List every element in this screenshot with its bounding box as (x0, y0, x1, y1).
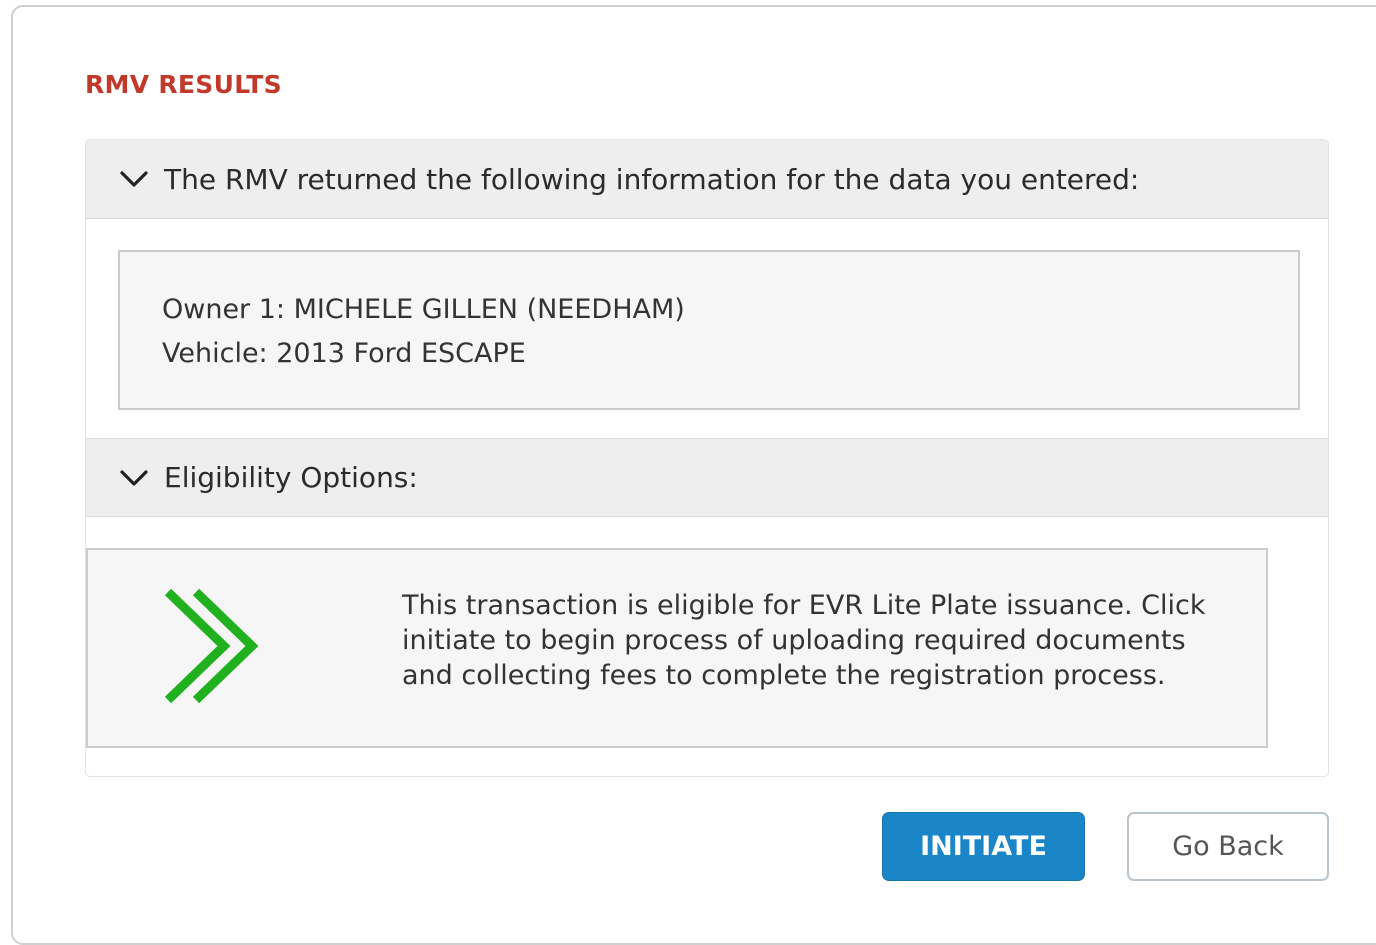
accordion-header-eligibility[interactable]: Eligibility Options: (86, 438, 1328, 517)
vehicle-line: Vehicle: 2013 Ford ESCAPE (162, 338, 526, 369)
chevron-down-icon (120, 469, 148, 486)
eligibility-box: This transaction is eligible for EVR Lit… (86, 548, 1268, 748)
accordion-title-rmv-returned: The RMV returned the following informati… (164, 162, 1140, 196)
initiate-button[interactable]: INITIATE (882, 812, 1085, 881)
results-panel: The RMV returned the following informati… (85, 139, 1329, 777)
page-title: RMV RESULTS (85, 70, 282, 99)
owner-line: Owner 1: MICHELE GILLEN (NEEDHAM) (162, 294, 685, 325)
chevron-down-icon (120, 171, 148, 187)
go-back-button[interactable]: Go Back (1127, 812, 1329, 881)
rmv-info-box: Owner 1: MICHELE GILLEN (NEEDHAM) Vehicl… (118, 250, 1300, 410)
eligibility-message: This transaction is eligible for EVR Lit… (402, 590, 1206, 691)
accordion-header-rmv-returned[interactable]: The RMV returned the following informati… (86, 140, 1328, 219)
double-chevron-right-icon (164, 588, 259, 704)
accordion-title-eligibility: Eligibility Options: (164, 461, 418, 494)
